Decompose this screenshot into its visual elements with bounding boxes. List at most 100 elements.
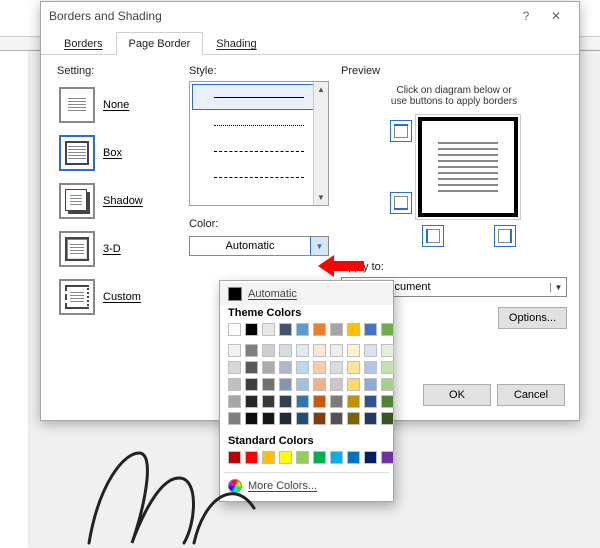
setting-3d[interactable]: 3-D: [57, 229, 177, 269]
color-swatch[interactable]: [364, 323, 377, 336]
style-scrollbar[interactable]: ▲ ▼: [313, 82, 328, 205]
color-swatch[interactable]: [330, 412, 343, 425]
cancel-button[interactable]: Cancel: [497, 384, 565, 406]
color-swatch[interactable]: [296, 412, 309, 425]
page-diagram[interactable]: [418, 117, 518, 217]
color-swatch[interactable]: [245, 361, 258, 374]
color-swatch[interactable]: [364, 344, 377, 357]
color-swatch[interactable]: [279, 323, 292, 336]
color-swatch[interactable]: [296, 344, 309, 357]
color-swatch[interactable]: [279, 344, 292, 357]
tab-page-border[interactable]: Page Border: [116, 32, 204, 55]
color-swatch[interactable]: [296, 451, 309, 464]
color-swatch[interactable]: [228, 344, 241, 357]
color-swatch[interactable]: [262, 378, 275, 391]
color-swatch[interactable]: [330, 344, 343, 357]
color-swatch[interactable]: [364, 378, 377, 391]
color-swatch[interactable]: [228, 323, 241, 336]
color-swatch[interactable]: [347, 361, 360, 374]
style-solid[interactable]: [192, 84, 326, 110]
color-swatch[interactable]: [313, 323, 326, 336]
border-top-button[interactable]: [390, 120, 412, 142]
color-swatch[interactable]: [364, 395, 377, 408]
color-swatch[interactable]: [381, 361, 394, 374]
tab-borders[interactable]: Borders: [51, 32, 116, 55]
color-combobox[interactable]: Automatic ▼: [189, 236, 329, 256]
color-swatch[interactable]: [330, 361, 343, 374]
color-swatch[interactable]: [330, 395, 343, 408]
ok-button[interactable]: OK: [423, 384, 491, 406]
line-style-list[interactable]: ▲ ▼: [189, 81, 329, 206]
options-button[interactable]: Options...: [498, 307, 567, 329]
color-swatch[interactable]: [245, 323, 258, 336]
color-swatch[interactable]: [279, 412, 292, 425]
color-swatch[interactable]: [245, 344, 258, 357]
color-swatch[interactable]: [381, 412, 394, 425]
setting-none[interactable]: None: [57, 85, 177, 125]
color-swatch[interactable]: [330, 451, 343, 464]
close-button[interactable]: ✕: [541, 6, 571, 26]
color-swatch[interactable]: [228, 378, 241, 391]
color-swatch[interactable]: [262, 412, 275, 425]
color-swatch[interactable]: [228, 361, 241, 374]
color-swatch[interactable]: [347, 395, 360, 408]
scroll-down-icon[interactable]: ▼: [314, 190, 328, 205]
setting-custom[interactable]: Custom: [57, 277, 177, 317]
color-swatch[interactable]: [330, 323, 343, 336]
color-swatch[interactable]: [381, 323, 394, 336]
border-bottom-button[interactable]: [390, 192, 412, 214]
color-swatch[interactable]: [347, 344, 360, 357]
color-swatch[interactable]: [381, 378, 394, 391]
left-edge-buttons: [390, 120, 412, 214]
color-swatch[interactable]: [364, 412, 377, 425]
color-swatch[interactable]: [296, 361, 309, 374]
color-swatch[interactable]: [313, 361, 326, 374]
color-swatch[interactable]: [262, 344, 275, 357]
color-swatch[interactable]: [279, 451, 292, 464]
scroll-up-icon[interactable]: ▲: [314, 82, 328, 97]
color-swatch[interactable]: [313, 395, 326, 408]
color-swatch[interactable]: [228, 395, 241, 408]
color-swatch[interactable]: [347, 323, 360, 336]
color-swatch[interactable]: [262, 323, 275, 336]
setting-3d-label: 3-D: [103, 243, 121, 255]
color-swatch[interactable]: [262, 395, 275, 408]
color-swatch[interactable]: [313, 378, 326, 391]
color-swatch[interactable]: [330, 378, 343, 391]
color-swatch[interactable]: [296, 395, 309, 408]
color-swatch[interactable]: [347, 451, 360, 464]
color-swatch[interactable]: [279, 395, 292, 408]
color-swatch[interactable]: [381, 451, 394, 464]
color-swatch[interactable]: [313, 451, 326, 464]
color-swatch[interactable]: [296, 378, 309, 391]
chevron-down-icon[interactable]: ▼: [550, 283, 566, 292]
color-swatch[interactable]: [279, 378, 292, 391]
style-dotted[interactable]: [190, 112, 328, 138]
setting-box[interactable]: Box: [57, 133, 177, 173]
color-swatch[interactable]: [347, 378, 360, 391]
theme-row: [220, 321, 393, 342]
setting-shadow[interactable]: Shadow: [57, 181, 177, 221]
color-swatch[interactable]: [381, 344, 394, 357]
border-left-button[interactable]: [422, 225, 444, 247]
color-swatch[interactable]: [364, 451, 377, 464]
color-swatch[interactable]: [347, 412, 360, 425]
color-swatch[interactable]: [381, 395, 394, 408]
chevron-down-icon[interactable]: ▼: [310, 237, 328, 255]
color-swatch[interactable]: [245, 395, 258, 408]
color-swatch[interactable]: [313, 412, 326, 425]
help-button[interactable]: ?: [511, 6, 541, 26]
color-swatch[interactable]: [296, 323, 309, 336]
color-swatch[interactable]: [364, 361, 377, 374]
color-swatch[interactable]: [228, 412, 241, 425]
style-dashdot[interactable]: [190, 164, 328, 190]
style-dashed[interactable]: [190, 138, 328, 164]
color-swatch[interactable]: [245, 412, 258, 425]
color-swatch[interactable]: [279, 361, 292, 374]
color-swatch[interactable]: [313, 344, 326, 357]
tab-shading[interactable]: Shading: [203, 32, 269, 55]
color-automatic[interactable]: Automatic: [220, 283, 393, 305]
color-swatch[interactable]: [245, 378, 258, 391]
color-swatch[interactable]: [262, 361, 275, 374]
border-right-button[interactable]: [494, 225, 516, 247]
